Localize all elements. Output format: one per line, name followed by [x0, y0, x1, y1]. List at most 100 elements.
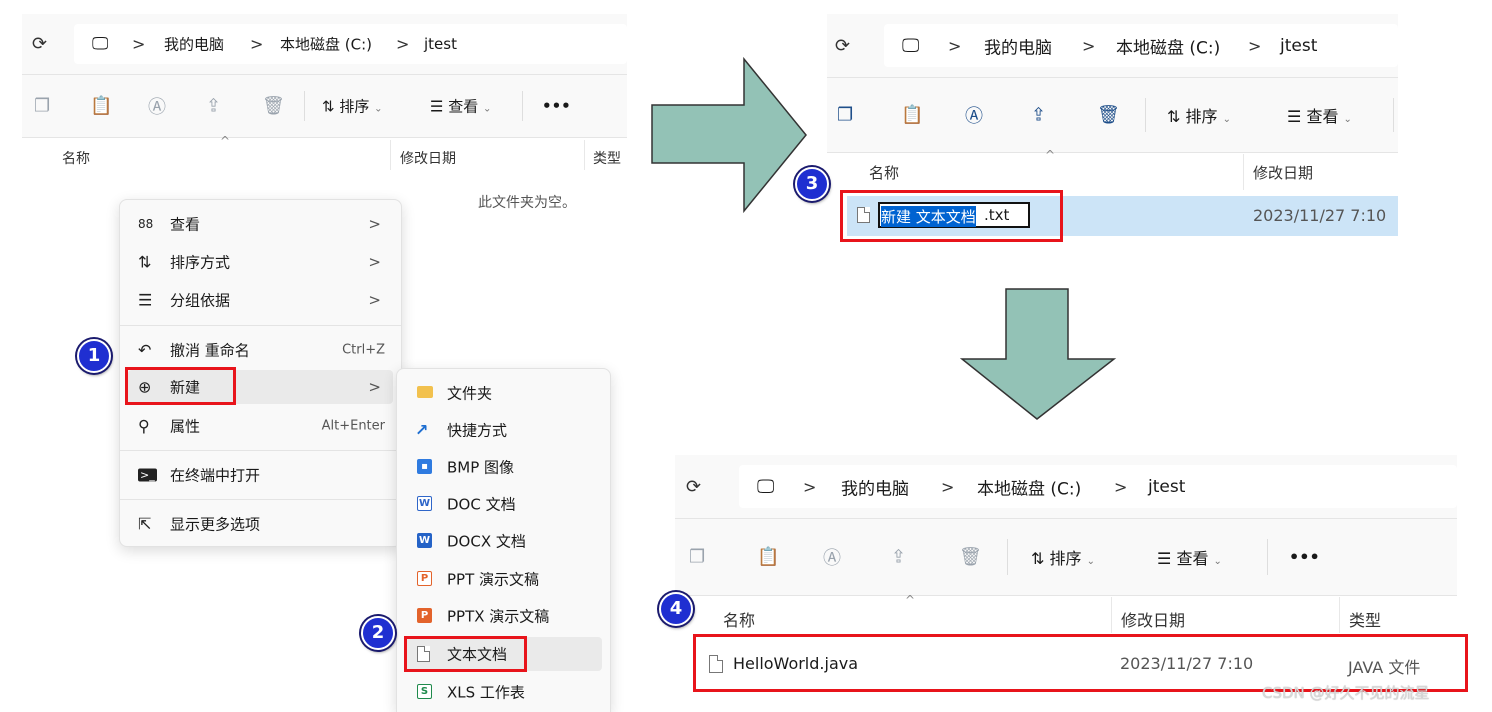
excel-xls-icon: S	[417, 684, 432, 699]
submenu-item-label: DOCX 文档	[447, 532, 526, 551]
sort-button[interactable]: ⇅ 排序 ⌄	[1031, 545, 1095, 569]
column-header-type[interactable]: 类型	[593, 148, 621, 168]
menu-item-undo-rename[interactable]: ↶ 撤消 重命名 Ctrl+Z	[128, 333, 393, 367]
rename-icon[interactable]: Ⓐ	[965, 102, 983, 128]
view-label: 查看	[448, 97, 479, 116]
column-header-date[interactable]: 修改日期	[1121, 607, 1185, 631]
submenu-item-label: DOC 文档	[447, 495, 516, 514]
delete-icon[interactable]: 🗑	[1097, 105, 1120, 126]
copy-icon[interactable]: ❐	[34, 96, 50, 117]
copy-icon[interactable]: ❐	[689, 547, 705, 568]
breadcrumb-separator: >	[132, 34, 146, 54]
submenu-item-xls[interactable]: S XLS 工作表	[405, 675, 602, 709]
column-header-name[interactable]: 名称	[869, 162, 899, 183]
rename-icon[interactable]: Ⓐ	[148, 93, 166, 119]
chevron-right-icon: >	[368, 378, 381, 396]
word-docx-icon: W	[417, 533, 432, 548]
submenu-item-pptx[interactable]: P PPTX 演示文稿	[405, 598, 602, 634]
column-header-name[interactable]: 名称	[723, 607, 755, 631]
copy-icon[interactable]: ❐	[837, 105, 853, 126]
menu-item-label: 分组依据	[170, 291, 231, 310]
chevron-right-icon: >	[368, 215, 381, 233]
submenu-item-folder[interactable]: 文件夹	[405, 375, 602, 411]
column-header-date[interactable]: 修改日期	[1253, 162, 1313, 183]
paste-icon[interactable]: 📋	[901, 105, 923, 126]
menu-item-open-terminal[interactable]: >_ 在终端中打开	[128, 458, 393, 492]
highlight-new	[125, 367, 236, 405]
refresh-icon[interactable]: ⟳	[835, 35, 850, 56]
menu-item-label: 属性	[170, 417, 201, 436]
breadcrumb-jtest[interactable]: jtest	[1148, 477, 1185, 497]
step-badge-1: 1	[77, 339, 111, 373]
view-button[interactable]: ☰ 查看 ⌄	[1287, 103, 1352, 127]
column-header-name[interactable]: 名称	[62, 148, 90, 168]
column-header-type[interactable]: 类型	[1349, 607, 1381, 631]
menu-divider	[120, 499, 401, 500]
column-header-date[interactable]: 修改日期	[400, 148, 456, 168]
breadcrumb-jtest[interactable]: jtest	[424, 35, 457, 53]
computer-icon: 🖵	[92, 34, 109, 54]
view-button[interactable]: ☰ 查看 ⌄	[430, 96, 491, 117]
breadcrumb[interactable]: 🖵 > 我的电脑 > 本地磁盘 (C:) > jtest	[739, 465, 1457, 508]
divider	[1145, 98, 1146, 132]
share-icon[interactable]: ⇪	[1031, 105, 1046, 126]
sort-button[interactable]: ⇅ 排序 ⌄	[322, 96, 383, 117]
terminal-icon: >_	[138, 468, 157, 482]
paste-icon[interactable]: 📋	[90, 96, 112, 117]
breadcrumb-drive-c[interactable]: 本地磁盘 (C:)	[977, 474, 1081, 499]
more-options-button[interactable]: •••	[542, 97, 571, 115]
command-bar: ❐ 📋 Ⓐ ⇪ 🗑 ⇅ 排序 ⌄ ☰ 查看 ⌄ •••	[22, 75, 627, 138]
refresh-icon[interactable]: ⟳	[686, 476, 701, 497]
divider	[304, 91, 305, 121]
menu-item-sort-by[interactable]: ⇅ 排序方式 >	[128, 245, 393, 279]
paste-icon[interactable]: 📋	[757, 547, 779, 568]
breadcrumb-drive-c[interactable]: 本地磁盘 (C:)	[1116, 33, 1220, 58]
expand-icon: ⇱	[138, 514, 152, 534]
breadcrumb-drive-c[interactable]: 本地磁盘 (C:)	[280, 34, 372, 55]
submenu-item-shortcut[interactable]: ↗ 快捷方式	[405, 412, 602, 448]
menu-item-show-more[interactable]: ⇱ 显示更多选项	[128, 507, 393, 541]
menu-item-group-by[interactable]: ☰ 分组依据 >	[128, 283, 393, 317]
menu-item-label: 排序方式	[170, 253, 231, 272]
submenu-item-bmp[interactable]: ▪ BMP 图像	[405, 449, 602, 485]
breadcrumb-my-computer[interactable]: 我的电脑	[164, 34, 224, 55]
submenu-item-doc[interactable]: W DOC 文档	[405, 486, 602, 522]
submenu-item-ppt[interactable]: P PPT 演示文稿	[405, 561, 602, 597]
sort-caret-icon: ^	[220, 134, 231, 148]
menu-shortcut: Ctrl+Z	[342, 342, 385, 358]
empty-folder-text: 此文件夹为空。	[478, 195, 576, 211]
delete-icon[interactable]: 🗑	[262, 96, 285, 117]
breadcrumb-my-computer[interactable]: 我的电脑	[841, 474, 909, 499]
submenu-item-label: 快捷方式	[447, 421, 508, 440]
menu-item-view[interactable]: 88 查看 >	[128, 207, 393, 241]
submenu-item-docx[interactable]: W DOCX 文档	[405, 523, 602, 559]
view-label: 查看	[1306, 107, 1339, 126]
more-options-button[interactable]: •••	[1289, 548, 1320, 567]
sort-button[interactable]: ⇅ 排序 ⌄	[1167, 103, 1231, 127]
refresh-icon[interactable]: ⟳	[32, 34, 47, 55]
menu-item-label: 查看	[170, 215, 201, 234]
view-button[interactable]: ☰ 查看 ⌄	[1157, 545, 1222, 569]
address-bar: ⟳ 🖵 > 我的电脑 > 本地磁盘 (C:) > jtest	[827, 14, 1398, 78]
breadcrumb-my-computer[interactable]: 我的电脑	[984, 33, 1052, 58]
breadcrumb[interactable]: 🖵 > 我的电脑 > 本地磁盘 (C:) > jtest	[74, 24, 627, 64]
breadcrumb-jtest[interactable]: jtest	[1280, 36, 1317, 56]
computer-icon: 🖵	[757, 476, 775, 497]
menu-divider	[120, 450, 401, 451]
share-icon[interactable]: ⇪	[206, 96, 221, 117]
view-label: 查看	[1176, 549, 1209, 568]
rename-icon[interactable]: Ⓐ	[823, 544, 841, 570]
submenu-item-label: PPT 演示文稿	[447, 570, 540, 589]
breadcrumb[interactable]: 🖵 > 我的电脑 > 本地磁盘 (C:) > jtest	[884, 24, 1398, 67]
sort-icon: ⇅	[138, 252, 152, 272]
sort-label: 排序	[1185, 107, 1218, 126]
undo-icon: ↶	[138, 340, 152, 360]
folder-icon	[417, 386, 433, 398]
menu-item-properties[interactable]: ⚲ 属性 Alt+Enter	[128, 409, 393, 443]
column-divider	[584, 140, 585, 170]
share-icon[interactable]: ⇪	[891, 547, 906, 568]
breadcrumb-separator: >	[1082, 36, 1096, 55]
chevron-right-icon: >	[368, 253, 381, 271]
delete-icon[interactable]: 🗑	[959, 547, 982, 568]
breadcrumb-separator: >	[948, 36, 962, 55]
